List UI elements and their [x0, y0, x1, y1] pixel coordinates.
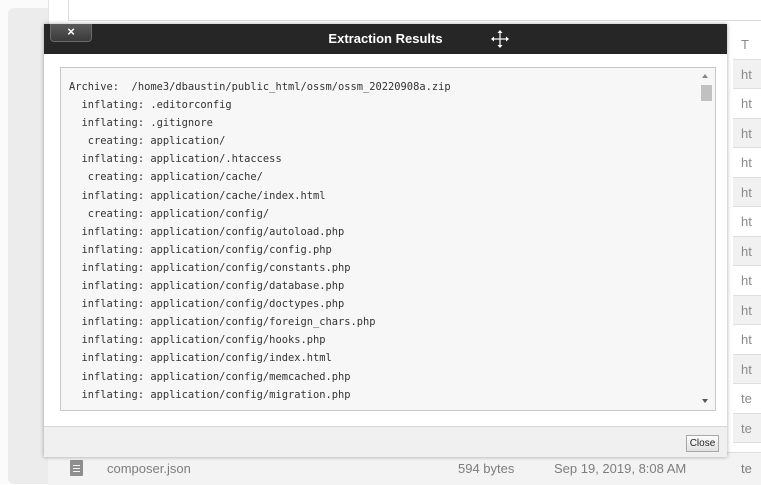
type-cell: ht — [733, 59, 761, 89]
type-cell: te — [733, 384, 761, 414]
log-line: Archive: /home3/dbaustin/public_html/oss… — [69, 81, 451, 93]
scroll-thumb[interactable] — [701, 85, 712, 101]
file-table-header-row — [68, 0, 761, 21]
log-line: inflating: application/config/constants.… — [81, 261, 351, 274]
close-button[interactable]: Close — [686, 435, 719, 452]
log-line: inflating: application/config/memcached.… — [81, 370, 351, 383]
dialog-titlebar[interactable]: Extraction Results × — [44, 24, 727, 54]
dialog-footer: Close — [44, 426, 727, 457]
type-cell: ht — [733, 89, 761, 119]
dialog-title: Extraction Results — [328, 31, 443, 46]
log-line: inflating: application/config/foreign_ch… — [81, 316, 376, 329]
log-scrollbar[interactable] — [698, 68, 715, 410]
type-cell: ht — [733, 266, 761, 296]
log-line: inflating: application/.htaccess — [81, 153, 282, 166]
scroll-up-arrow-icon[interactable] — [702, 74, 708, 78]
type-column: Tht ht ht ht ht ht ht ht ht ht ht te te — [733, 30, 761, 443]
log-line: inflating: application/config/migration.… — [81, 388, 351, 401]
log-line: creating: application/config/ — [87, 207, 270, 220]
type-cell: ht — [733, 325, 761, 355]
type-cell: ht — [733, 236, 761, 266]
log-line: creating: application/ — [87, 135, 226, 148]
log-line: inflating: application/config/config.php — [81, 243, 332, 256]
type-cell: ht — [733, 177, 761, 207]
move-icon[interactable] — [491, 30, 509, 48]
file-type: te — [741, 461, 752, 476]
extraction-log[interactable]: Archive: /home3/dbaustin/public_html/oss… — [60, 67, 716, 411]
type-cell: T — [733, 30, 761, 60]
close-icon[interactable]: × — [50, 24, 92, 42]
log-line: inflating: application/config/database.p… — [81, 280, 345, 293]
type-cell: ht — [733, 148, 761, 178]
file-modified-date: Sep 19, 2019, 8:08 AM — [554, 461, 687, 476]
file-size: 594 bytes — [458, 461, 515, 476]
log-line: inflating: application/config/hooks.php — [81, 334, 326, 347]
file-icon — [70, 460, 83, 476]
scroll-down-arrow-icon[interactable] — [702, 399, 708, 403]
log-line: inflating: application/config/doctypes.p… — [81, 298, 345, 311]
type-cell: ht — [733, 354, 761, 384]
log-line: inflating: application/cache/index.html — [81, 189, 326, 202]
file-name[interactable]: composer.json — [107, 461, 191, 476]
log-line: inflating: .gitignore — [81, 117, 213, 130]
log-line: inflating: .editorconfig — [81, 99, 232, 112]
type-cell: te — [733, 413, 761, 443]
log-text: Archive: /home3/dbaustin/public_html/oss… — [69, 78, 451, 404]
type-cell: ht — [733, 207, 761, 237]
log-line: creating: application/cache/ — [87, 171, 263, 184]
log-line: inflating: application/config/index.html — [81, 352, 332, 365]
extraction-results-dialog: Extraction Results × Archive: /home3/dba… — [44, 24, 727, 457]
log-line: inflating: application/config/autoload.p… — [81, 225, 345, 238]
type-cell: ht — [733, 118, 761, 148]
type-cell: ht — [733, 295, 761, 325]
